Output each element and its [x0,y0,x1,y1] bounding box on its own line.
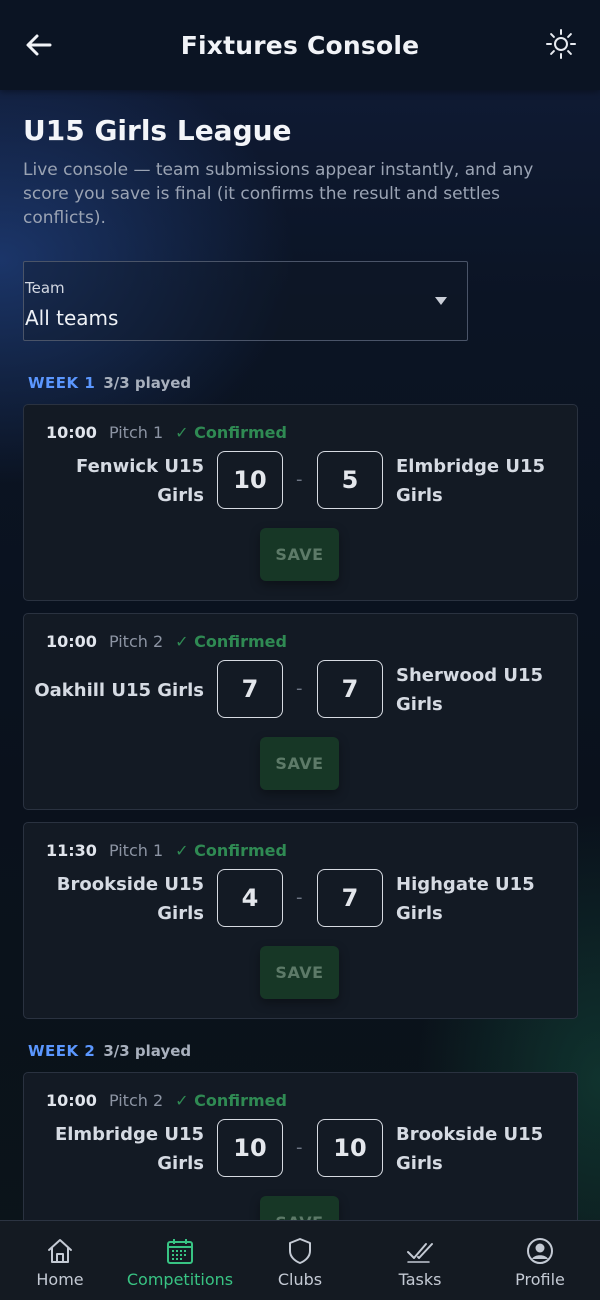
league-subtitle: Live console — team submissions appear i… [23,160,534,228]
fixture-time: 10:00 [46,423,97,442]
fixture-pitch: Pitch 1 [108,841,164,860]
nav-label: Clubs [277,1270,323,1289]
away-team-name: Elmbridge U15 Girls [396,456,546,506]
away-score-input[interactable]: 7 [317,869,383,927]
score-separator: - [296,887,303,908]
team-filter-value: All teams [25,306,119,330]
confirmed-status: ✓ Confirmed [175,841,287,860]
double-check-icon [407,1243,433,1263]
nav-label: Profile [515,1270,565,1289]
week-header: WEEK 1 3/3 played [28,374,191,392]
team-filter-label: Team [25,279,65,297]
fixture-meta: 10:00 Pitch 2 ✓ Confirmed [46,632,287,651]
home-team-name: Oakhill U15 Girls [34,680,204,701]
bottom-navigation: Home Competitions Clubs Tasks Profile [0,1220,600,1300]
score-separator: - [296,678,303,699]
nav-item-profile[interactable]: Profile [480,1221,600,1300]
fixture-time: 11:30 [46,841,97,860]
save-button[interactable]: SAVE [260,737,339,790]
nav-label: Tasks [398,1270,442,1289]
back-arrow-icon[interactable] [22,28,56,62]
score-separator: - [296,469,303,490]
chevron-down-icon [435,297,447,305]
user-circle-icon [527,1238,553,1264]
confirmed-status: ✓ Confirmed [175,1091,287,1110]
calendar-icon [167,1239,193,1264]
confirmed-status: ✓ Confirmed [175,423,287,442]
fixture-pitch: Pitch 1 [108,423,164,442]
save-button[interactable]: SAVE [260,1196,339,1220]
fixture-card: 10:00 Pitch 1 ✓ Confirmed Fenwick U15 Gi… [23,404,578,601]
save-button[interactable]: SAVE [260,946,339,999]
app-header: Fixtures Console [0,0,600,90]
fixture-card: 10:00 Pitch 2 ✓ Confirmed Oakhill U15 Gi… [23,613,578,810]
week-label: WEEK 2 [28,1042,96,1060]
fixture-pitch: Pitch 2 [108,1091,164,1110]
away-score-input[interactable]: 10 [317,1119,383,1177]
confirmed-status: ✓ Confirmed [175,632,287,651]
away-score-input[interactable]: 5 [317,451,383,509]
home-team-name: Elmbridge U15 Girls [54,1124,204,1174]
sun-icon[interactable] [544,27,578,61]
week-played-count: 3/3 played [103,374,192,392]
home-team-name: Fenwick U15 Girls [76,456,204,506]
week-header: WEEK 2 3/3 played [28,1042,191,1060]
nav-item-competitions[interactable]: Competitions [120,1221,240,1300]
away-score-input[interactable]: 7 [317,660,383,718]
fixture-time: 10:00 [46,1091,97,1110]
score-separator: - [296,1137,303,1158]
shield-icon [289,1238,311,1264]
home-icon [48,1239,72,1263]
fixture-meta: 11:30 Pitch 1 ✓ Confirmed [46,841,287,860]
home-score-input[interactable]: 4 [217,869,283,927]
home-score-input[interactable]: 10 [217,1119,283,1177]
fixture-time: 10:00 [46,632,97,651]
away-team-name: Brookside U15 Girls [396,1124,544,1174]
save-button[interactable]: SAVE [260,528,339,581]
fixture-card: 11:30 Pitch 1 ✓ Confirmed Brookside U15 … [23,822,578,1019]
fixture-card: 10:00 Pitch 2 ✓ Confirmed Elmbridge U15 … [23,1072,578,1220]
nav-item-tasks[interactable]: Tasks [360,1221,480,1300]
week-played-count: 3/3 played [103,1042,192,1060]
home-score-input[interactable]: 10 [217,451,283,509]
away-team-name: Sherwood U15 Girls [396,665,544,715]
nav-item-clubs[interactable]: Clubs [240,1221,360,1300]
nav-label: Home [36,1270,84,1289]
fixture-meta: 10:00 Pitch 2 ✓ Confirmed [46,1091,287,1110]
away-team-name: Highgate U15 Girls [396,874,535,924]
team-filter-select[interactable]: Team All teams [23,261,468,341]
league-title: U15 Girls League [23,114,292,147]
main-content[interactable]: U15 Girls League Live console — team sub… [0,90,600,1220]
fixture-meta: 10:00 Pitch 1 ✓ Confirmed [46,423,287,442]
home-score-input[interactable]: 7 [217,660,283,718]
home-team-name: Brookside U15 Girls [56,874,204,924]
nav-item-home[interactable]: Home [0,1221,120,1300]
fixture-pitch: Pitch 2 [108,632,164,651]
page-header-title: Fixtures Console [180,30,420,60]
nav-label: Competitions [126,1270,234,1289]
week-label: WEEK 1 [28,374,96,392]
